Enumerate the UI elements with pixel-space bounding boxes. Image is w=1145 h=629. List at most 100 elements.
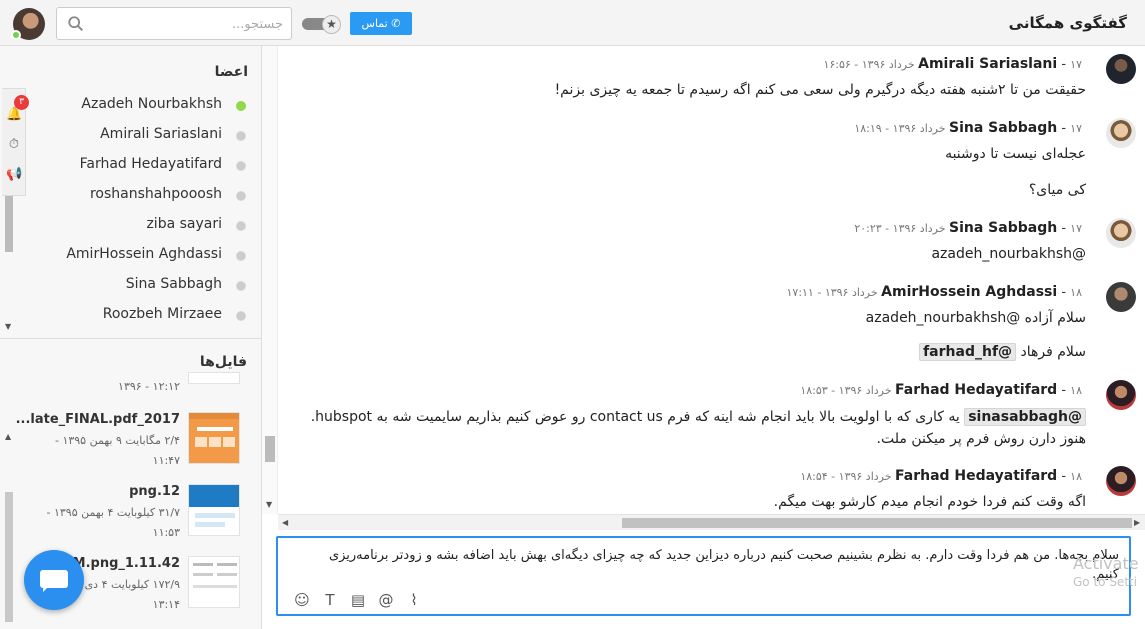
file-thumbnail [188, 372, 240, 384]
file-name: late_FINAL.pdf_2017... [15, 412, 180, 427]
author-name[interactable]: Amirali Sariaslani [918, 56, 1057, 72]
watermark-line: Activate [1073, 554, 1139, 573]
members-title: اعضا [214, 64, 248, 80]
scroll-thumb[interactable] [5, 492, 13, 622]
file-meta: ۱۷۲/۹ کیلوبایت ۴ دی [84, 578, 180, 591]
message-text: اگه وقت کنم فردا خودم انجام میدم کارشو ب… [773, 494, 1086, 510]
star-icon: ★ [322, 15, 341, 34]
file-item[interactable]: png.12 ۳۱/۷ کیلوبایت ۴ بهمن ۱۳۹۵ - ۱۱:۵۳ [14, 484, 254, 540]
message: Farhad Hedayatifard - ۱۸ خرداد ۱۳۹۶ - ۱۸… [278, 466, 1136, 514]
file-name: png.12 [129, 484, 180, 499]
scroll-up-arrow-icon[interactable]: ▲ [5, 432, 11, 441]
file-meta: ۲/۴ مگابایت ۹ بهمن ۱۳۹۵ - [54, 434, 180, 447]
search-input[interactable] [93, 14, 283, 34]
author-name[interactable]: Sina Sabbagh [949, 220, 1057, 236]
author-name[interactable]: Farhad Hedayatifard [895, 382, 1057, 398]
file-meta: ۱۲:۱۲ - ۱۳۹۶ [118, 380, 180, 393]
status-dot-icon [236, 311, 246, 321]
chat-widget-button[interactable] [24, 550, 84, 610]
message-text: @azadeh_nourbakhsh [931, 246, 1086, 262]
member-item[interactable]: Azadeh Nourbakhsh [18, 90, 248, 120]
member-name: Amirali Sariaslani [100, 126, 222, 142]
message-header: Sina Sabbagh - ۱۷ خرداد ۱۳۹۶ - ۱۸:۱۹ [854, 120, 1082, 136]
mention-icon[interactable]: @ [376, 590, 396, 610]
message-text: @sinasabbagh یه کاری که با اولویت بالا ب… [290, 406, 1086, 450]
author-avatar[interactable] [1106, 118, 1136, 148]
member-item[interactable]: Sina Sabbagh [18, 270, 248, 300]
member-item[interactable]: Farhad Hedayatifard [18, 150, 248, 180]
member-name: ziba sayari [146, 216, 222, 232]
author-name[interactable]: AmirHossein Aghdassi [881, 284, 1057, 300]
mention-tag[interactable]: @sinasabbagh [964, 408, 1086, 426]
author-avatar[interactable] [1106, 466, 1136, 496]
search-box[interactable] [56, 7, 292, 40]
file-item-partial[interactable]: ۱۲:۱۲ - ۱۳۹۶ [14, 372, 254, 394]
message-text: عجله‌ای نیست تا دوشنبه [945, 146, 1086, 162]
scroll-left-arrow-icon[interactable]: ◀ [282, 518, 288, 527]
status-dot-icon [236, 101, 246, 111]
call-label: تماس [361, 17, 388, 30]
message: AmirHossein Aghdassi - ۱۸ خرداد ۱۳۹۶ - ۱… [278, 282, 1136, 372]
member-item[interactable]: ziba sayari [18, 210, 248, 240]
call-button[interactable]: ✆ تماس [350, 12, 412, 35]
scroll-thumb[interactable] [622, 518, 1132, 528]
message-composer[interactable]: سلام بچه‌ها. من هم فردا وقت دارم. به نظر… [276, 536, 1131, 616]
member-item[interactable]: Amirali Sariaslani [18, 120, 248, 150]
scroll-right-arrow-icon[interactable]: ▶ [1134, 518, 1140, 527]
author-name[interactable]: Sina Sabbagh [949, 120, 1057, 136]
message-list: Amirali Sariaslani - ۱۷ خرداد ۱۳۹۶ - ۱۶:… [278, 46, 1145, 514]
search-icon [68, 16, 84, 32]
messages-scrollbar[interactable]: ▼ [262, 46, 278, 514]
status-dot-icon [236, 191, 246, 201]
file-time: ۱۱:۵۳ [152, 526, 180, 539]
status-dot-icon [236, 161, 246, 171]
composer-input[interactable]: سلام بچه‌ها. من هم فردا وقت دارم. به نظر… [309, 546, 1119, 584]
message-header: Farhad Hedayatifard - ۱۸ خرداد ۱۳۹۶ - ۱۸… [800, 468, 1082, 484]
watermark-line: Go to Setti [1073, 575, 1138, 589]
status-dot-icon [236, 131, 246, 141]
message-text: حقیقت من تا ۲شنبه هفته دیگه درگیرم ولی س… [554, 82, 1086, 98]
message-text: سلام فرهاد @farhad_hf [919, 343, 1086, 361]
member-item[interactable]: Roozbeh Mirzaee [18, 300, 248, 330]
message: Farhad Hedayatifard - ۱۸ خرداد ۱۳۹۶ - ۱۸… [278, 380, 1136, 456]
file-thumbnail [188, 412, 240, 464]
member-name: Sina Sabbagh [125, 276, 222, 292]
left-panel: ▼ 🔔 ۳ ⏱ 📢 اعضا Azadeh Nourbakhsh Amirali… [0, 46, 262, 629]
message-text: کی میای؟ [1028, 182, 1086, 198]
files-title: فایل‌ها [199, 354, 247, 370]
chat-bubble-tail [43, 586, 49, 592]
attachment-icon[interactable]: ⌇ [404, 590, 424, 610]
scroll-thumb[interactable] [265, 436, 275, 462]
online-status-icon [11, 30, 21, 40]
file-thumbnail [188, 556, 240, 608]
author-avatar[interactable] [1106, 380, 1136, 410]
file-time: ۱۳:۱۴ [152, 598, 180, 611]
phone-icon: ✆ [391, 17, 401, 30]
author-avatar[interactable] [1106, 54, 1136, 84]
emoji-icon[interactable]: ☺ [292, 590, 312, 610]
members-section: اعضا Azadeh Nourbakhsh Amirali Sariaslan… [0, 46, 262, 338]
scroll-down-arrow-icon[interactable]: ▼ [266, 500, 272, 509]
member-name: roshanshahpooosh [89, 186, 222, 202]
user-avatar[interactable] [11, 8, 45, 40]
files-scrollbar[interactable]: ▲ [4, 342, 14, 626]
status-dot-icon [236, 251, 246, 261]
text-format-icon[interactable]: T [320, 590, 340, 610]
file-item[interactable]: late_FINAL.pdf_2017... ۲/۴ مگابایت ۹ بهم… [14, 412, 254, 468]
favorite-toggle[interactable]: ★ [302, 15, 342, 34]
member-item[interactable]: AmirHossein Aghdassi [18, 240, 248, 270]
status-dot-icon [236, 221, 246, 231]
member-name: Azadeh Nourbakhsh [81, 96, 222, 112]
member-item[interactable]: roshanshahpooosh [18, 180, 248, 210]
mention-tag[interactable]: @farhad_hf [919, 343, 1017, 361]
author-name[interactable]: Farhad Hedayatifard [895, 468, 1057, 484]
file-thumbnail [188, 484, 240, 536]
author-avatar[interactable] [1106, 282, 1136, 312]
card-icon[interactable]: ▤ [348, 590, 368, 610]
file-meta: ۳۱/۷ کیلوبایت ۴ بهمن ۱۳۹۵ - [46, 506, 180, 519]
author-avatar[interactable] [1106, 218, 1136, 248]
member-name: AmirHossein Aghdassi [66, 246, 222, 262]
message: Sina Sabbagh - ۱۷ خرداد ۱۳۹۶ - ۲۰:۲۳ @az… [278, 218, 1136, 274]
horizontal-scrollbar[interactable]: ◀ ▶ [278, 514, 1145, 530]
file-time: ۱۱:۴۷ [152, 454, 180, 467]
